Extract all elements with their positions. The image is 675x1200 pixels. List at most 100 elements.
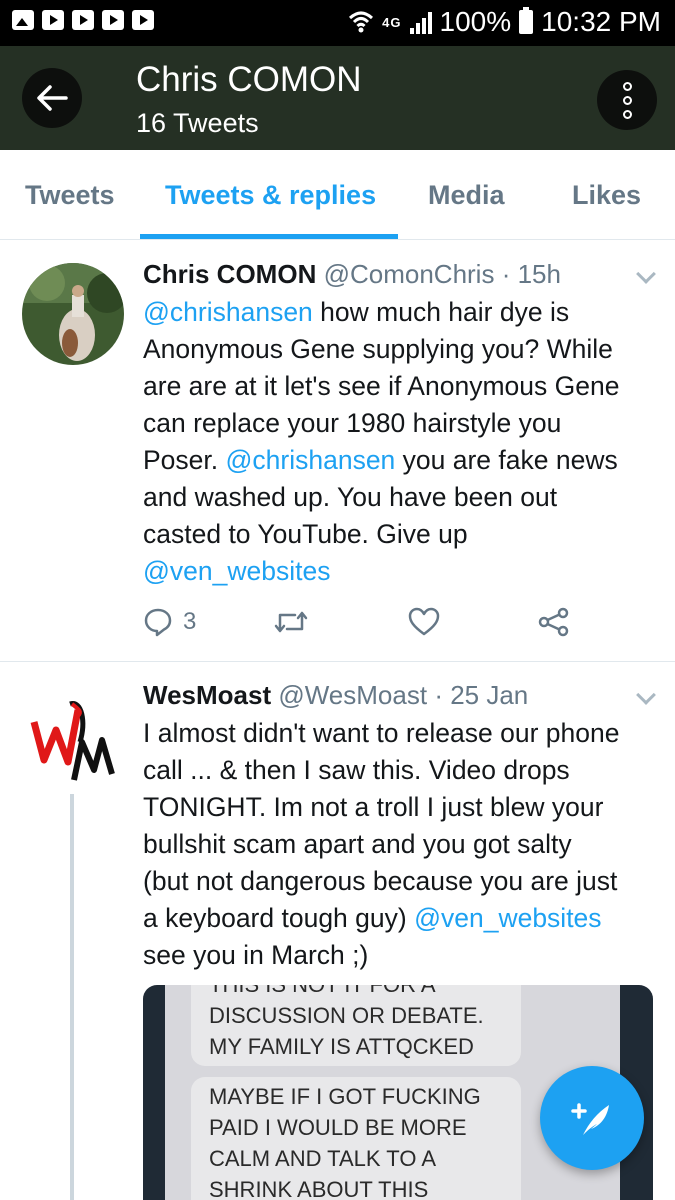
back-button[interactable] xyxy=(22,68,82,128)
compose-tweet-icon xyxy=(571,1103,609,1135)
message-line: MY FAMILY IS ATTQCKED xyxy=(209,1034,474,1059)
mention-link[interactable]: @chrishansen xyxy=(143,297,313,327)
more-vertical-icon-dot xyxy=(622,109,632,119)
tweet-line: @chrishansen how much hair dye is xyxy=(143,294,653,331)
profile-header: Chris COMON 16 Tweets xyxy=(0,46,675,150)
tweet-text-segment: and washed up. You have been out xyxy=(143,482,558,512)
network-type: 4G xyxy=(382,14,402,30)
tweet-text-segment: are are at it let's see if Anonymous Gen… xyxy=(143,371,620,401)
message-bubble: MAYBE IF I GOT FUCKING PAID I WOULD BE M… xyxy=(191,1077,521,1200)
tab-tweets[interactable]: Tweets xyxy=(25,180,115,211)
chevron-down-icon[interactable] xyxy=(636,685,656,705)
tweet-header: Chris COMON @ComonChris · 15h xyxy=(143,259,561,290)
author-name[interactable]: WesMoast xyxy=(143,680,271,710)
thread-line xyxy=(70,794,74,1200)
more-vertical-icon-dot xyxy=(622,95,632,105)
tweet-line: @ven_websites xyxy=(143,553,653,590)
tweet-text-segment: TONIGHT. Im not a troll I just blew your xyxy=(143,792,604,822)
tweet-text-segment: can replace your 1980 hairstyle you xyxy=(143,408,562,438)
active-tab-indicator xyxy=(140,234,398,239)
message-bubble: THIS IS NOT IT FOR A DISCUSSION OR DEBAT… xyxy=(191,985,521,1066)
tweet-line: bullshit scam apart and you got salty xyxy=(143,826,653,863)
avatar-photo xyxy=(22,263,124,365)
tweet-line: call ... & then I saw this. Video drops xyxy=(143,752,653,789)
message-line: DISCUSSION OR DEBATE. xyxy=(209,1003,484,1028)
more-vertical-icon xyxy=(622,81,632,91)
tab-likes[interactable]: Likes xyxy=(572,180,641,211)
tweet-line: and washed up. You have been out xyxy=(143,479,653,516)
mention-link[interactable]: @chrishansen xyxy=(226,445,396,475)
youtube-notification-icon xyxy=(42,10,64,30)
battery-percent: 100% xyxy=(439,6,512,37)
profile-tabs: Tweets Tweets & replies Media Likes xyxy=(0,150,675,240)
author-handle[interactable]: @ComonChris xyxy=(324,259,495,289)
status-bar: 4G 100% 10:32 PM xyxy=(0,0,675,46)
retweet-icon xyxy=(274,611,308,633)
tweet-text: @chrishansen how much hair dye is Anonymo… xyxy=(143,294,653,590)
chevron-down-icon[interactable] xyxy=(636,264,656,284)
tweet-text-segment: how much hair dye is xyxy=(312,297,570,327)
retweet-button[interactable] xyxy=(273,608,408,636)
like-button[interactable] xyxy=(408,607,538,637)
profile-name: Chris COMON xyxy=(136,60,362,99)
battery-icon xyxy=(519,7,534,34)
tweet-actions: 3 xyxy=(143,607,570,637)
author-handle[interactable]: @WesMoast xyxy=(278,680,427,710)
reply-icon xyxy=(144,608,172,637)
tweet-line: Poser. @chrishansen you are fake news xyxy=(143,442,653,479)
more-options-button[interactable] xyxy=(597,70,657,130)
wesmoast-logo xyxy=(30,701,115,781)
message-line: SHRINK ABOUT THIS xyxy=(209,1177,429,1200)
tweet-line: a keyboard tough guy) @ven_websites xyxy=(143,900,653,937)
tab-tweets-and-replies[interactable]: Tweets & replies xyxy=(165,180,376,211)
tweet-text-segment: call ... & then I saw this. Video drops xyxy=(143,755,570,785)
image-notification-icon xyxy=(12,10,34,30)
tweet-line: can replace your 1980 hairstyle you xyxy=(143,405,653,442)
system-status: 4G 100% 10:32 PM xyxy=(348,6,661,38)
tweet-text-segment: casted to YouTube. Give up xyxy=(143,519,468,549)
tweet-line: I almost didn't want to release our phon… xyxy=(143,715,653,752)
tweet-line: TONIGHT. Im not a troll I just blew your xyxy=(143,789,653,826)
youtube-notification-icon xyxy=(132,10,154,30)
youtube-notification-icon xyxy=(72,10,94,30)
heart-icon xyxy=(408,607,440,636)
reply-count: 3 xyxy=(183,608,197,635)
tweet-line: see you in March ;) xyxy=(143,937,653,974)
share-button[interactable] xyxy=(538,607,570,637)
reply-button[interactable]: 3 xyxy=(143,607,273,637)
tweet-line: (but not dangerous because you are just xyxy=(143,863,653,900)
tweet-text-segment: a keyboard tough guy) xyxy=(143,903,415,933)
message-line: CALM AND TALK TO A xyxy=(209,1146,437,1171)
tweet-text: I almost didn't want to release our phon… xyxy=(143,715,653,974)
tweet-text-segment: you are fake news xyxy=(395,445,618,475)
clock: 10:32 PM xyxy=(541,6,661,37)
mention-link[interactable]: @ven_websites xyxy=(414,903,601,933)
tweet[interactable]: Chris COMON @ComonChris · 15h @chrishans… xyxy=(0,241,675,661)
tweet-text-segment: (but not dangerous because you are just xyxy=(143,866,618,896)
share-icon xyxy=(538,607,569,637)
message-line: MAYBE IF I GOT FUCKING xyxy=(209,1084,481,1109)
wifi-icon xyxy=(349,11,374,33)
youtube-notification-icon xyxy=(102,10,124,30)
signal-icon xyxy=(409,10,432,34)
message-line: THIS IS NOT IT FOR A xyxy=(209,985,503,1000)
message-line: PAID I WOULD BE MORE xyxy=(209,1115,467,1140)
avatar[interactable] xyxy=(22,682,124,784)
compose-tweet-button[interactable] xyxy=(540,1066,644,1170)
tweet-text-segment: see you in March ;) xyxy=(143,940,369,970)
tweet-line: are are at it let's see if Anonymous Gen… xyxy=(143,368,653,405)
tweet-header: WesMoast @WesMoast · 25 Jan xyxy=(143,680,528,711)
avatar[interactable] xyxy=(22,263,124,365)
tweet-time[interactable]: · 25 Jan xyxy=(434,680,528,710)
tweet-text-segment: bullshit scam apart and you got salty xyxy=(143,829,572,859)
tweet-text-segment: Poser. xyxy=(143,445,226,475)
tweet-text-segment: I almost didn't want to release our phon… xyxy=(143,718,620,748)
tweet-time[interactable]: · 15h xyxy=(502,259,561,289)
notification-icons xyxy=(12,10,154,30)
author-name[interactable]: Chris COMON xyxy=(143,259,316,289)
tweet-text-segment: Anonymous Gene supplying you? While xyxy=(143,334,613,364)
tab-media[interactable]: Media xyxy=(428,180,505,211)
tweet-count: 16 Tweets xyxy=(136,108,259,138)
mention-link[interactable]: @ven_websites xyxy=(143,556,330,586)
tweet-line: casted to YouTube. Give up xyxy=(143,516,653,553)
